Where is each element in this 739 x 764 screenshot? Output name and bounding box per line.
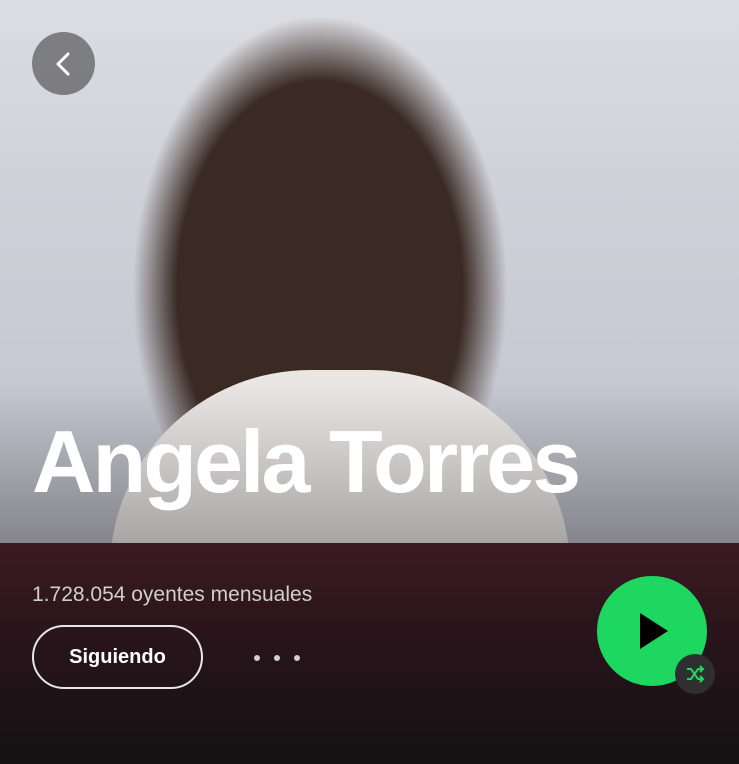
more-horizontal-icon [274,655,280,661]
chevron-left-icon [56,52,69,75]
follow-button[interactable]: Siguiendo [32,625,203,689]
monthly-listeners: 1.728.054 oyentes mensuales [32,583,313,606]
back-button[interactable] [32,32,95,95]
artist-name: Angela Torres [32,412,581,511]
shuffle-button[interactable] [675,654,715,694]
shuffle-icon [687,665,705,683]
more-horizontal-icon [294,655,300,661]
play-icon [640,613,668,649]
more-horizontal-icon [254,655,260,661]
artist-info-bar: 1.728.054 oyentes mensuales Siguiendo [0,543,739,764]
more-options-button[interactable] [254,643,300,673]
